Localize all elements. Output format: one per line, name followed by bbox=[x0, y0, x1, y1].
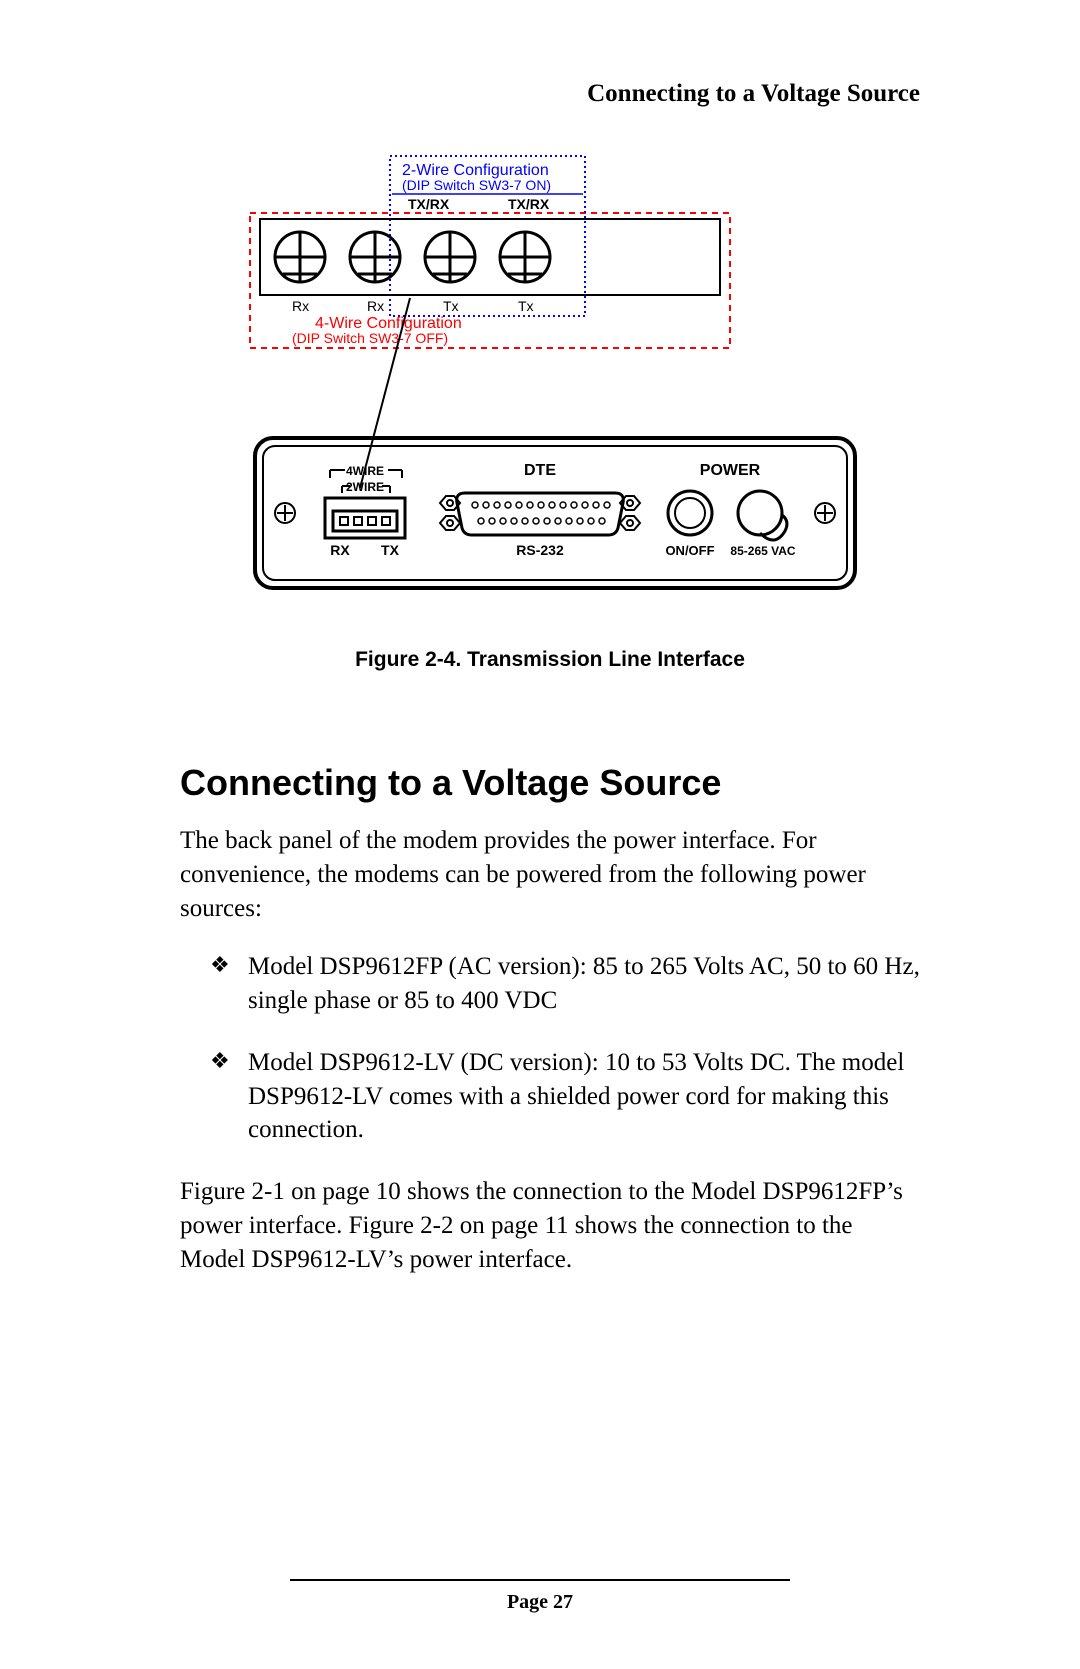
svg-text:(DIP Switch SW3-7 ON): (DIP Switch SW3-7 ON) bbox=[402, 177, 551, 193]
svg-text:4WIRE: 4WIRE bbox=[346, 464, 384, 478]
page-header-title: Connecting to a Voltage Source bbox=[180, 80, 920, 108]
svg-text:TX/RX: TX/RX bbox=[408, 196, 450, 212]
section-heading-voltage: Connecting to a Voltage Source bbox=[180, 762, 920, 804]
svg-text:POWER: POWER bbox=[700, 462, 761, 479]
svg-text:RS-232: RS-232 bbox=[516, 542, 564, 558]
page-footer: Page 27 bbox=[0, 1579, 1080, 1614]
svg-text:Rx: Rx bbox=[367, 298, 384, 314]
svg-text:RX: RX bbox=[330, 542, 350, 558]
svg-text:Tx: Tx bbox=[518, 298, 534, 314]
svg-text:(DIP Switch SW3-7 OFF): (DIP Switch SW3-7 OFF) bbox=[292, 330, 448, 346]
closing-paragraph: Figure 2-1 on page 10 shows the connecti… bbox=[180, 1175, 920, 1276]
svg-text:DTE: DTE bbox=[524, 462, 556, 479]
svg-text:ON/OFF: ON/OFF bbox=[665, 543, 714, 558]
figure-container: 2-Wire Configuration (DIP Switch SW3-7 O… bbox=[180, 143, 920, 623]
intro-paragraph: The back panel of the modem provides the… bbox=[180, 824, 920, 925]
transmission-line-diagram: 2-Wire Configuration (DIP Switch SW3-7 O… bbox=[230, 143, 870, 623]
svg-text:TX: TX bbox=[381, 542, 400, 558]
svg-text:Rx: Rx bbox=[292, 298, 309, 314]
svg-text:2WIRE: 2WIRE bbox=[346, 480, 384, 494]
power-sources-list: Model DSP9612FP (AC version): 85 to 265 … bbox=[180, 950, 920, 1147]
svg-text:85-265 VAC: 85-265 VAC bbox=[730, 544, 795, 558]
list-item: Model DSP9612FP (AC version): 85 to 265 … bbox=[210, 950, 920, 1018]
footer-rule bbox=[290, 1579, 790, 1581]
svg-text:Tx: Tx bbox=[443, 298, 459, 314]
svg-text:TX/RX: TX/RX bbox=[508, 196, 550, 212]
list-item: Model DSP9612-LV (DC version): 10 to 53 … bbox=[210, 1046, 920, 1147]
page-number: Page 27 bbox=[507, 1591, 573, 1613]
figure-caption: Figure 2-4. Transmission Line Interface bbox=[180, 648, 920, 672]
